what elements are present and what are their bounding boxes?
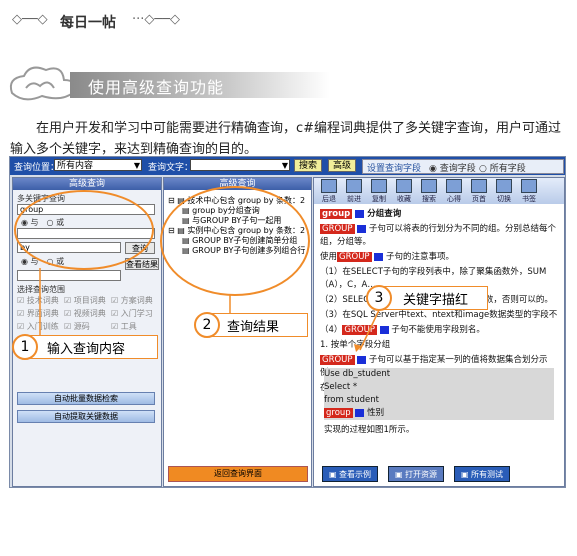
callout-1-number: 1 (12, 334, 38, 360)
location-label: 查询位置： (14, 163, 60, 173)
range-checkbox[interactable]: ☑ 项目词典 (64, 295, 106, 306)
toolbar-后退-icon[interactable]: 后退 (318, 179, 340, 203)
code-line: group 性别 (324, 407, 554, 420)
keyword-highlight: group (320, 209, 353, 219)
toolbar-收藏-icon[interactable]: 收藏 (393, 179, 415, 203)
after-code-text: 实现的过程如图1所示。 (324, 425, 415, 435)
range-checkbox[interactable]: ☑ 入门训练 (17, 321, 59, 332)
doc-line: 使用 GROUP 子句的注意事项。 (320, 252, 454, 262)
callout-2: 查询结果 (210, 313, 308, 337)
doc-line: （4） GROUP 子句不能使用字段别名。 (320, 325, 485, 335)
doc-line: GROUP 子句可以将表的行划分为不同的组。分别总结每个组，分组等。 (320, 224, 556, 247)
section-title: 使用高级查询功能 (88, 78, 225, 97)
open-resource-button[interactable]: ▣ 打开资源 (388, 466, 444, 482)
callout-3-number: 3 (366, 285, 392, 311)
location-select[interactable]: 所有内容 ▼ (54, 159, 142, 171)
range-checkbox[interactable]: ☑ 技术词典 (17, 295, 59, 306)
keyword-label: 查询文字： (148, 163, 194, 173)
keyword-highlight: GROUP (320, 224, 355, 234)
content-panel: 后退 前进 复制 收藏 搜索 心得 页首 切换 书签 group 分组查询 GROUP 子句可以将… (313, 177, 565, 487)
toolbar-书签-icon[interactable]: 书签 (518, 179, 540, 203)
search-toolbar: 查询位置： 所有内容 ▼ 查询文字： ▼ 搜索 高级 设置查询字段 ◉ 查询字段 … (10, 157, 565, 175)
keyword-highlight: GROUP (320, 355, 355, 365)
callout-1: 输入查询内容 (30, 335, 158, 359)
range-checkbox[interactable]: ☑ 方案词典 (111, 295, 153, 306)
settings-label: 设置查询字段 (367, 164, 422, 174)
search-button[interactable]: 搜索 (294, 159, 322, 172)
doc-line: （3）在SQL Server中text、ntext和image数据类型的字段不 (320, 310, 558, 320)
toolbar-心得-icon[interactable]: 心得 (443, 179, 465, 203)
view-example-button[interactable]: ▣ 查看示例 (322, 466, 378, 482)
marker-icon (357, 355, 367, 364)
callout-2-number: 2 (194, 312, 220, 338)
marker-icon (379, 325, 389, 334)
back-to-search-button[interactable]: 返回查询界面 (168, 466, 308, 482)
toolbar-复制-icon[interactable]: 复制 (368, 179, 390, 203)
radio-query-field[interactable]: ◉ 查询字段 (429, 161, 476, 174)
toolbar-切换-icon[interactable]: 切换 (493, 179, 515, 203)
code-line: from student (324, 394, 554, 407)
field-options: 设置查询字段 ◉ 查询字段 ○ 所有字段 (362, 159, 564, 174)
marker-icon (355, 209, 365, 218)
keyword-input[interactable]: ▼ (190, 159, 290, 171)
callout-3: 关键字描红 (384, 286, 488, 310)
marker-icon (374, 252, 384, 261)
content-toolbar: 后退 前进 复制 收藏 搜索 心得 页首 切换 书签 (314, 178, 564, 204)
range-checkbox[interactable]: ☑ 入门学习 (111, 308, 153, 319)
range-checkbox[interactable]: ☑ 工具 (111, 321, 137, 332)
extract-data-button[interactable]: 自动提取关键数据 (17, 410, 155, 423)
advanced-button[interactable]: 高级 (328, 159, 356, 172)
range-checkbox[interactable]: ☑ 界面词典 (17, 308, 59, 319)
keyword-highlight: GROUP (337, 252, 372, 262)
code-block: Use db_student Select * from student group … (324, 368, 554, 420)
ornament-left: ◇──◇ (12, 12, 48, 27)
code-line: Select * (324, 381, 554, 394)
radio-all-fields[interactable]: ○ 所有字段 (479, 161, 526, 174)
page-title: 每日一帖 (60, 15, 116, 31)
left-panel-title: 高级查询 (13, 178, 161, 190)
batch-search-button[interactable]: 自动批量数据检索 (17, 392, 155, 405)
toolbar-搜索-icon[interactable]: 搜索 (418, 179, 440, 203)
doc-line: group 分组查询 (320, 209, 402, 219)
doc-line: 1. 按单个字段分组 (320, 340, 391, 350)
range-checkbox[interactable]: ☑ 源码 (64, 321, 90, 332)
toolbar-前进-icon[interactable]: 前进 (343, 179, 365, 203)
range-title: 选择查询范围 (17, 285, 65, 294)
toolbar-页首-icon[interactable]: 页首 (468, 179, 490, 203)
ornament-right: ···◇──◇ (132, 12, 181, 27)
keyword-field-4[interactable] (17, 270, 121, 281)
marker-icon (357, 224, 367, 233)
keyword-highlight: GROUP (342, 325, 377, 335)
all-tests-button[interactable]: ▣ 所有测试 (454, 466, 510, 482)
results-highlight (160, 186, 310, 296)
intro-paragraph: 在用户开发和学习中可能需要进行精确查询，c#编程词典提供了多关键字查询，用户可通… (10, 121, 562, 157)
range-checkbox[interactable]: ☑ 视频词典 (64, 308, 106, 319)
input-area-highlight (14, 190, 154, 270)
code-line: Use db_student (324, 368, 554, 381)
